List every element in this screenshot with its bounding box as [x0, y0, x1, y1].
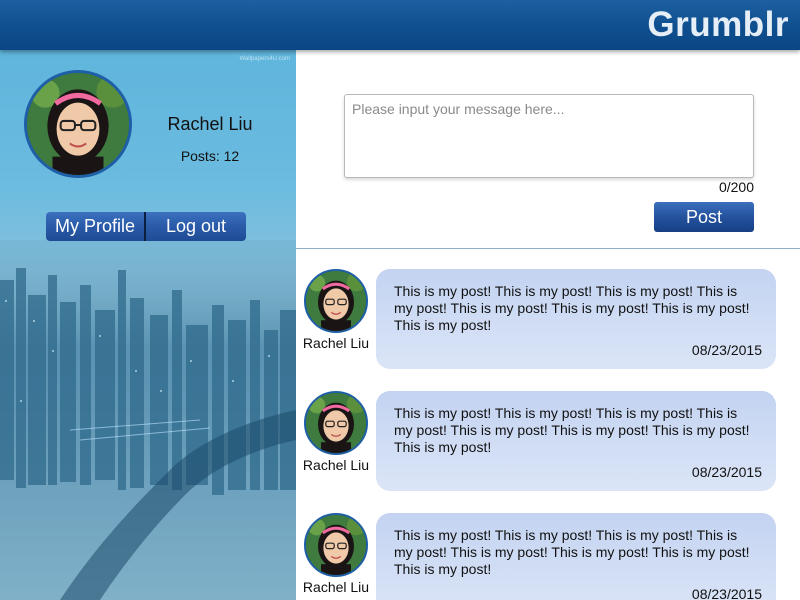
post-author[interactable]: Rachel Liu	[296, 579, 376, 595]
message-input[interactable]	[344, 94, 754, 178]
post-item: Rachel Liu This is my post! This is my p…	[296, 494, 800, 600]
user-photo	[306, 393, 366, 453]
post-avatar[interactable]	[304, 391, 368, 455]
post-bubble: This is my post! This is my post! This i…	[376, 269, 776, 369]
post-bubble: This is my post! This is my post! This i…	[376, 513, 776, 600]
post-avatar[interactable]	[304, 269, 368, 333]
my-profile-button[interactable]: My Profile	[46, 212, 146, 241]
post-item: Rachel Liu This is my post! This is my p…	[296, 372, 800, 491]
brand-logo[interactable]: Grumblr	[647, 5, 789, 45]
watermark: Wallpapers4U.com	[239, 56, 290, 62]
post-date: 08/23/2015	[691, 586, 762, 600]
profile-avatar[interactable]	[24, 70, 132, 178]
post-date: 08/23/2015	[691, 342, 762, 358]
post-author[interactable]: Rachel Liu	[296, 457, 376, 473]
post-text: This is my post! This is my post! This i…	[394, 283, 750, 333]
post-button[interactable]: Post	[654, 202, 754, 232]
profile-name: Rachel Liu	[167, 114, 253, 134]
logout-button[interactable]: Log out	[146, 212, 246, 241]
post-text: This is my post! This is my post! This i…	[394, 405, 750, 455]
profile-button-group: My Profile Log out	[46, 212, 246, 241]
post-bubble: This is my post! This is my post! This i…	[376, 391, 776, 491]
user-photo	[306, 515, 366, 575]
user-photo	[306, 271, 366, 331]
sidebar: Wallpapers4U.com Rachel Liu Posts: 12 My…	[0, 50, 296, 600]
post-feed: Rachel Liu This is my post! This is my p…	[296, 250, 800, 600]
post-author[interactable]: Rachel Liu	[296, 335, 376, 351]
city-background-image	[0, 240, 296, 600]
post-item: Rachel Liu This is my post! This is my p…	[296, 250, 800, 369]
post-count: Posts: 12	[180, 148, 240, 164]
user-photo	[27, 73, 129, 175]
post-avatar[interactable]	[304, 513, 368, 577]
post-date: 08/23/2015	[691, 464, 762, 480]
top-header: Grumblr	[0, 0, 800, 50]
message-composer: 0/200 Post	[296, 50, 800, 249]
post-text: This is my post! This is my post! This i…	[394, 527, 750, 577]
character-counter: 0/200	[718, 179, 754, 195]
